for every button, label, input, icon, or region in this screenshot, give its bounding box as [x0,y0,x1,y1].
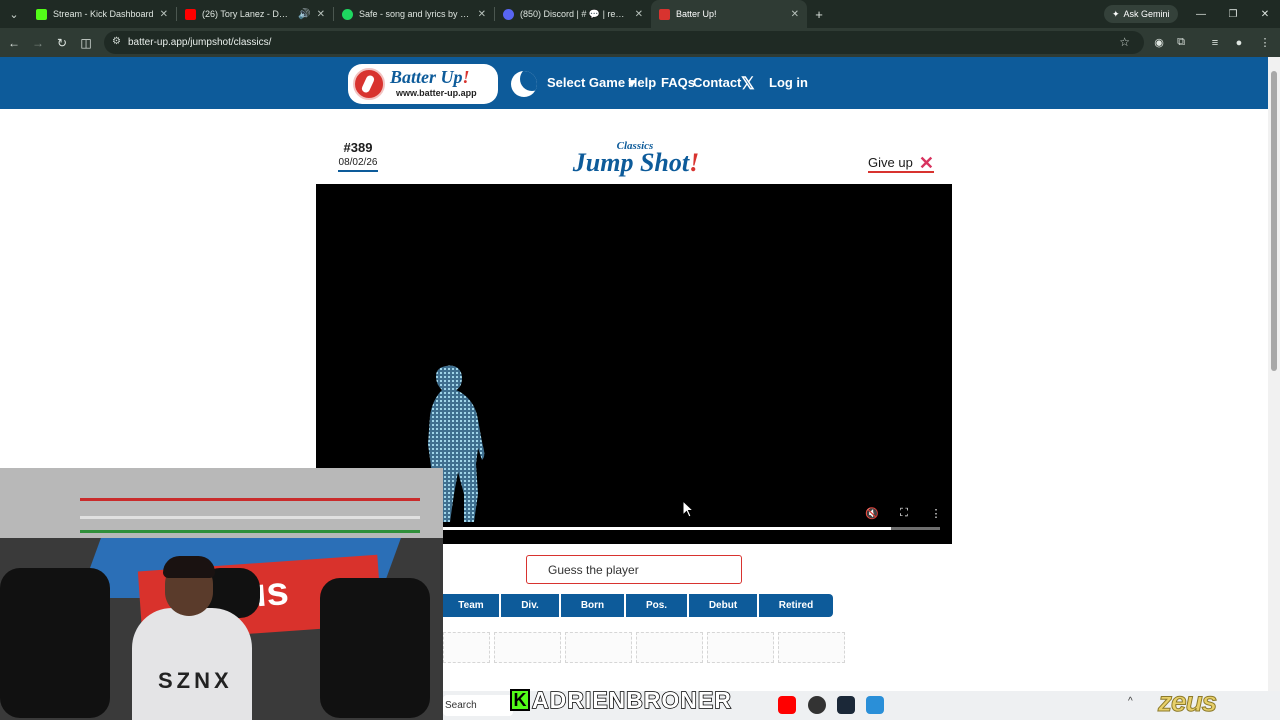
audio-icon[interactable]: 🔊 [298,9,310,20]
logo-title: Batter Up! [390,67,470,87]
header-retired: Retired [759,594,833,617]
guess-cell [443,632,490,663]
guess-cell [565,632,632,663]
kick-logo-icon: K [510,689,530,711]
batter-logo-icon [353,68,385,100]
game-date[interactable]: 08/02/26 [338,157,378,172]
tab-kick-dashboard[interactable]: Stream - Kick Dashboard ✕ [28,0,176,28]
tab-label: Stream - Kick Dashboard [53,9,154,19]
channel-name-overlay: K ADRIENBRONER [510,685,732,715]
browser-tab-bar: ⌄ Stream - Kick Dashboard ✕ (26) Tory La… [0,0,1280,28]
mouse-cursor-icon [682,500,694,518]
x-social-icon[interactable]: 𝕏 [741,74,755,94]
browser-toolbar: ← → ↻ ◫ ⚙ batter-up.app/jumpshot/classic… [0,28,1280,57]
profile-avatar-icon[interactable]: ● [1228,28,1250,57]
guess-row [443,632,845,663]
tab-label: (26) Tory Lanez - Deen & Al [202,9,293,19]
discord-favicon-icon [503,8,514,20]
page-scrollbar[interactable] [1268,57,1280,691]
steam-taskbar-icon[interactable] [837,696,855,714]
dark-mode-toggle-icon[interactable] [511,71,537,97]
tab-discord[interactable]: (850) Discord | # 💬 | reactions ✕ [495,0,651,28]
new-tab-button[interactable]: + [807,7,831,22]
channel-name: ADRIENBRONER [531,686,732,714]
youtube-taskbar-icon[interactable] [778,696,796,714]
nav-faqs[interactable]: FAQs [661,75,695,90]
obs-taskbar-icon[interactable] [808,696,826,714]
batter-up-logo[interactable]: Batter Up! www.batter-up.app [348,64,498,104]
kick-favicon-icon [36,8,47,20]
close-icon[interactable]: ✕ [160,9,168,20]
close-icon[interactable]: ✕ [791,9,799,20]
game-title: Jump Shot! [572,148,700,177]
gemini-sparkle-icon: ✦ [1112,8,1120,19]
window-close-button[interactable]: ✕ [1248,0,1280,28]
guess-cell [494,632,561,663]
guess-cell [636,632,703,663]
extension-badge-icon[interactable]: ◉ [1148,28,1170,57]
close-icon[interactable]: ✕ [635,9,643,20]
url-text: batter-up.app/jumpshot/classics/ [128,37,272,48]
minimize-button[interactable]: — [1184,0,1218,28]
tab-search-button[interactable]: ⌄ [0,0,28,28]
side-panel-button[interactable]: ◫ [74,31,98,55]
restore-button[interactable]: ❐ [1216,0,1250,28]
reload-button[interactable]: ↻ [50,31,74,55]
guess-cell [707,632,774,663]
media-controls-icon[interactable]: ≡ [1204,28,1226,57]
tab-spotify[interactable]: Safe - song and lyrics by Drū O ✕ [334,0,494,28]
nav-contact[interactable]: Contact [693,75,741,90]
browser-menu-icon[interactable]: ⋮ [1254,28,1276,57]
taskbar-search[interactable]: Search [443,695,513,716]
webcam-overlay: zeus SZNX [0,468,443,720]
close-icon[interactable]: ✕ [317,9,325,20]
tray-chevron-icon[interactable]: ^ [1128,696,1140,714]
give-up-label: Give up [868,155,913,170]
tab-label: Safe - song and lyrics by Drū O [359,9,472,19]
select-game-dropdown[interactable]: Select Game ▾ [547,75,635,91]
bookmark-star-icon[interactable]: ☆ [1119,35,1130,49]
close-x-icon: ✕ [918,152,934,173]
site-info-icon[interactable]: ⚙ [112,36,121,47]
guess-cell [778,632,845,663]
game-number: #389 [343,140,373,155]
attribute-headers: Team Div. Born Pos. Debut Retired [443,594,833,617]
nav-help[interactable]: Help [628,75,656,90]
logo-url: www.batter-up.app [396,88,477,98]
header-team: Team [443,594,499,617]
mute-icon[interactable]: 🔇 [863,504,881,522]
close-icon[interactable]: ✕ [478,9,486,20]
site-header: Batter Up! www.batter-up.app Select Game… [0,57,1268,109]
app-taskbar-icon[interactable] [866,696,884,714]
header-pos: Pos. [626,594,687,617]
back-button[interactable]: ← [2,31,26,55]
fullscreen-icon[interactable]: ⛶ [895,504,913,522]
batter-up-favicon-icon [659,8,670,20]
zeus-logo: zeus [1157,686,1217,718]
address-bar[interactable]: ⚙ batter-up.app/jumpshot/classics/ ☆ [104,31,1144,54]
spotify-favicon-icon [342,8,353,20]
ask-gemini-label: Ask Gemini [1123,9,1170,19]
youtube-favicon-icon [185,8,196,20]
tab-label: Batter Up! [676,9,717,19]
guess-player-input[interactable] [526,555,742,584]
tab-batter-up[interactable]: Batter Up! ✕ [651,0,807,28]
ask-gemini-button[interactable]: ✦ Ask Gemini [1104,5,1178,23]
tab-label: (850) Discord | # 💬 | reactions [520,8,629,19]
header-debut: Debut [689,594,757,617]
extensions-puzzle-icon[interactable]: ⧉ [1170,28,1192,57]
header-born: Born [561,594,624,617]
header-div: Div. [501,594,559,617]
forward-button[interactable]: → [26,31,50,55]
nav-login[interactable]: Log in [769,75,808,90]
video-more-icon[interactable]: ⋮ [927,504,945,522]
give-up-button[interactable]: Give up ✕ [868,154,934,173]
shirt-text: SZNX [158,668,233,693]
tab-youtube[interactable]: (26) Tory Lanez - Deen & Al 🔊 ✕ [177,0,333,28]
